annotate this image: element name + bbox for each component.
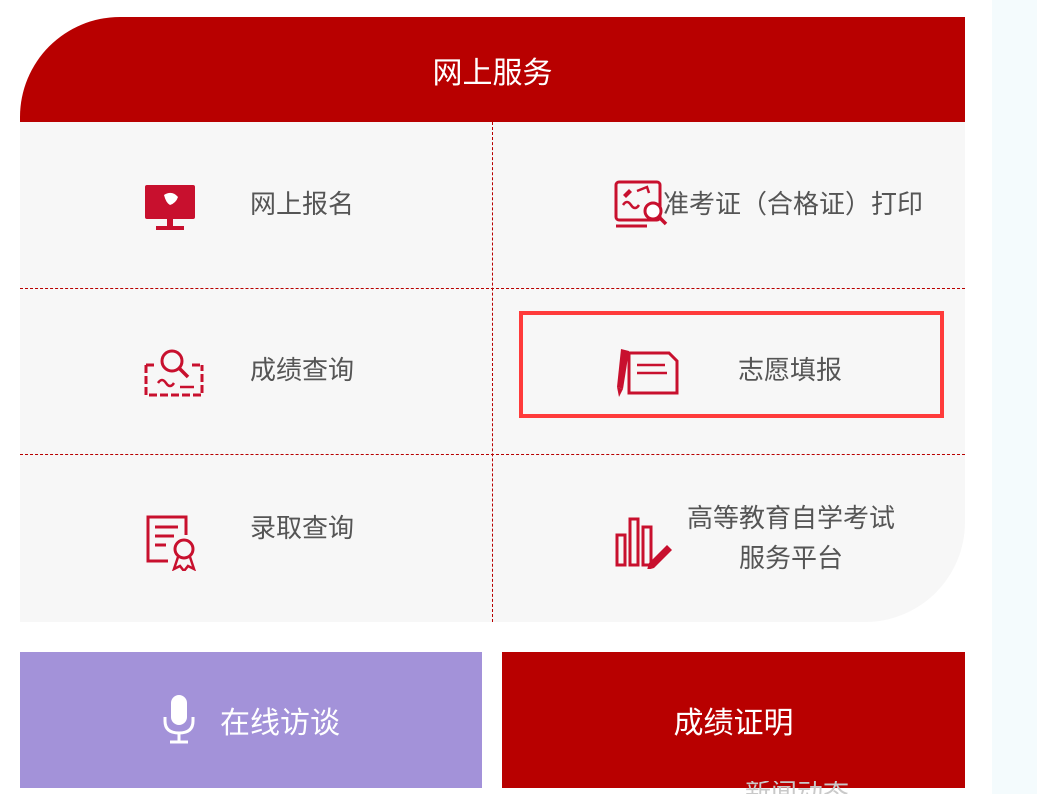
pen-form-icon (617, 349, 679, 397)
score-certificate-label: 成绩证明 (673, 706, 794, 741)
score-certificate-button[interactable]: 成绩证明 (502, 652, 965, 788)
ticket-search-icon (614, 180, 668, 228)
certificate-icon (146, 515, 196, 571)
service-label: 网上报名 (250, 190, 355, 220)
partial-footer-text: 新闻动态 (745, 781, 849, 794)
bar-chart-pen-icon (615, 517, 672, 569)
online-interview-button[interactable]: 在线访谈 (20, 652, 482, 788)
service-admission-ticket-print[interactable]: 准考证（合格证）打印 (493, 123, 965, 288)
right-background-strip (992, 0, 1037, 794)
microphone-icon (163, 695, 195, 744)
service-label: 高等教育自学考试服务平台 (686, 504, 895, 574)
service-label: 成绩查询 (250, 356, 355, 386)
score-search-icon (144, 349, 204, 397)
online-services-panel: 网上服务 网上报名 准考证（合格证）打印 成绩查询 志愿填报 录取查询 高等教育… (20, 17, 965, 622)
service-label: 准考证（合格证）打印 (663, 190, 924, 220)
panel-title: 网上服务 (20, 17, 965, 122)
monitor-icon (145, 185, 195, 230)
service-self-study-exam-platform[interactable]: 高等教育自学考试服务平台 (493, 455, 965, 622)
service-application-filling[interactable]: 志愿填报 (493, 289, 965, 454)
service-label: 录取查询 (250, 514, 355, 544)
service-online-registration[interactable]: 网上报名 (20, 123, 492, 288)
online-interview-label: 在线访谈 (220, 706, 340, 741)
service-score-query[interactable]: 成绩查询 (20, 289, 492, 454)
service-admission-query[interactable]: 录取查询 (20, 455, 492, 622)
service-label: 志愿填报 (738, 356, 843, 386)
